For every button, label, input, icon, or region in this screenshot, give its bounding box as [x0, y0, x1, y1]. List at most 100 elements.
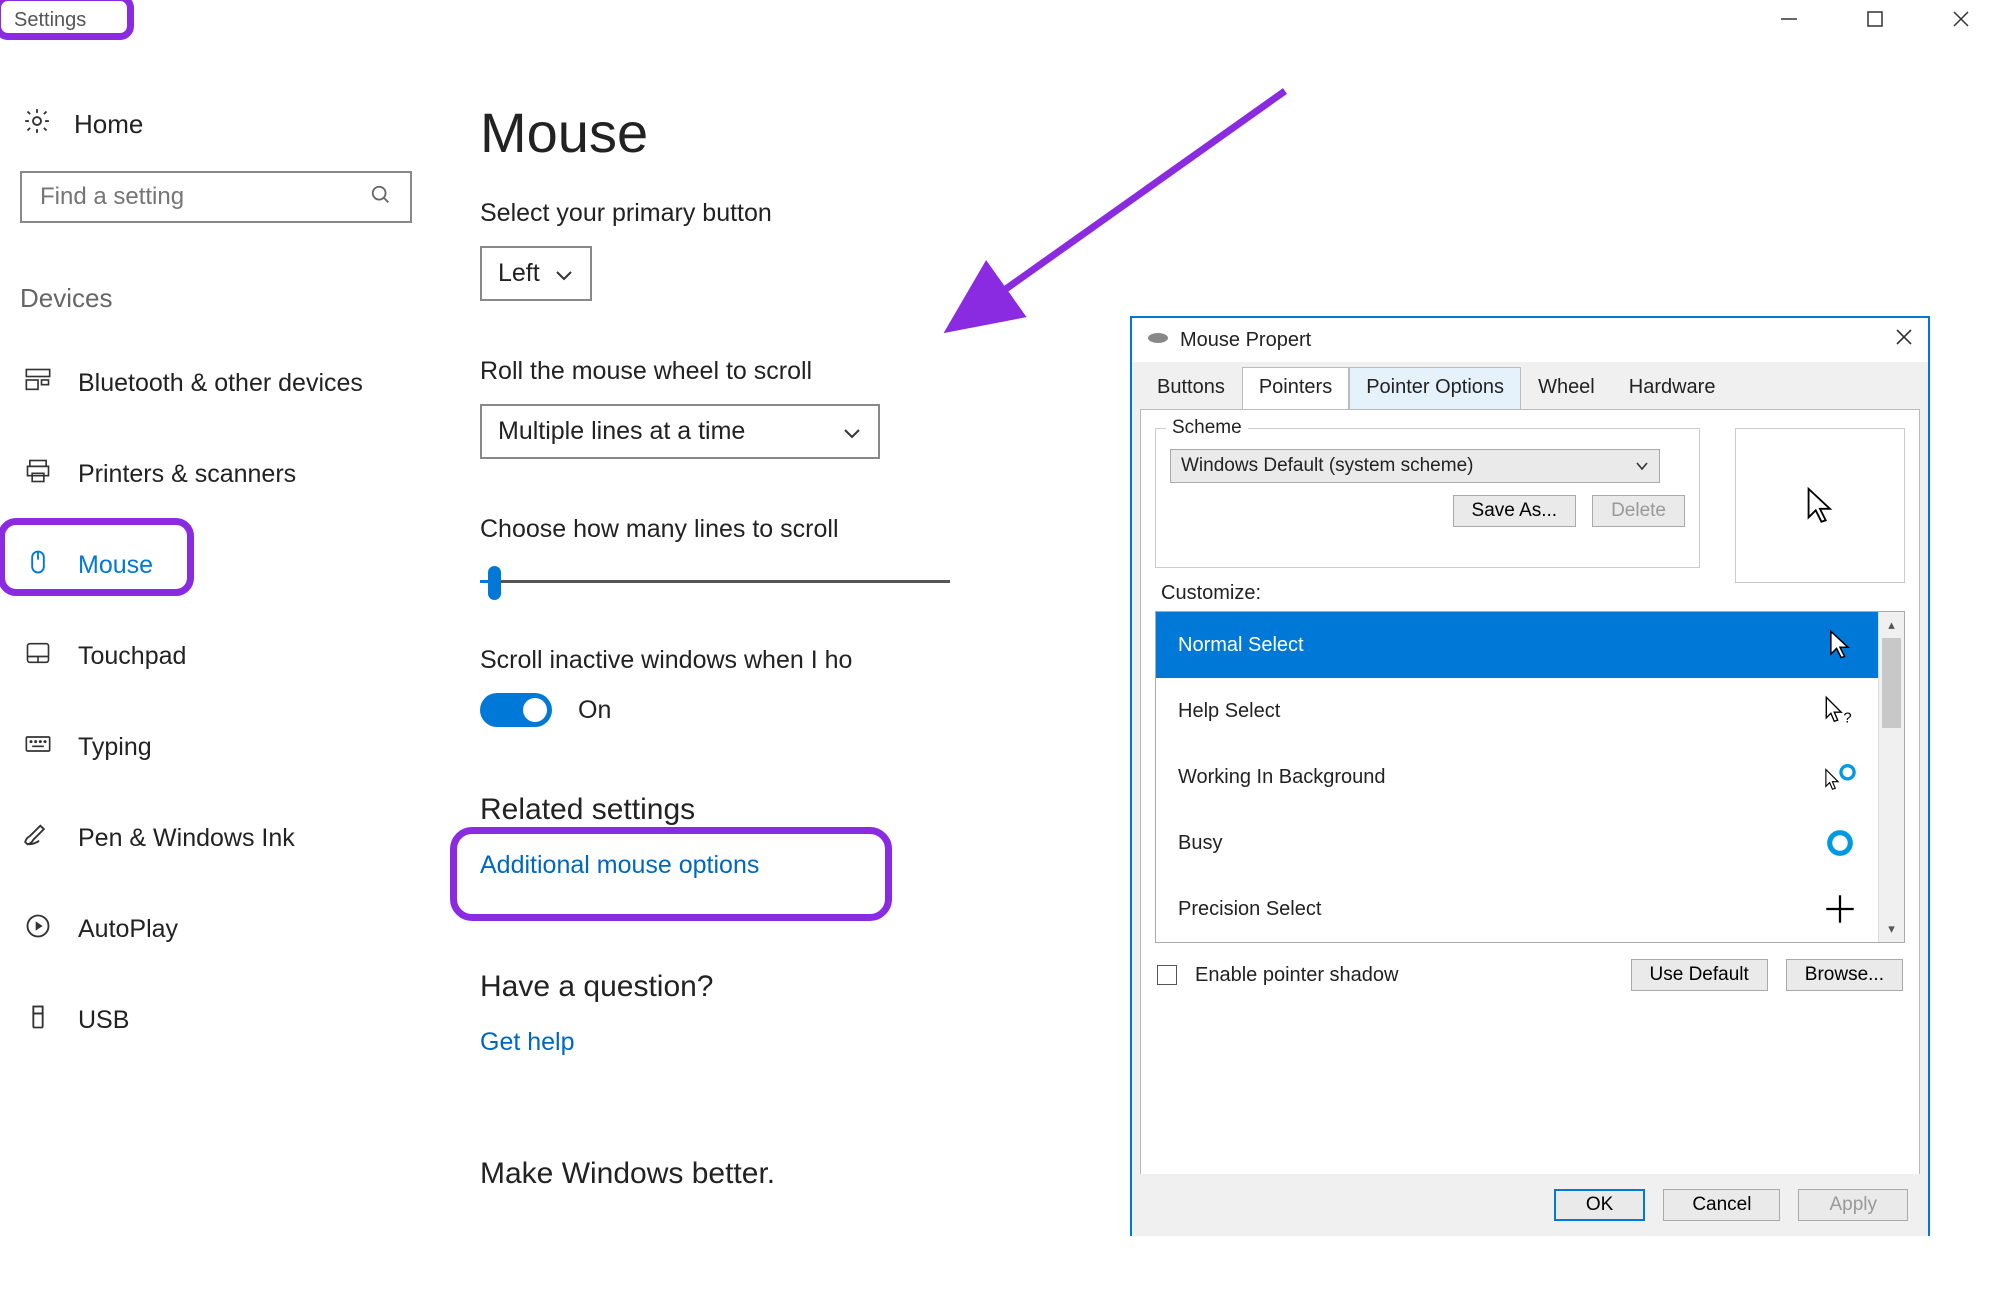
tab-hardware[interactable]: Hardware	[1612, 367, 1733, 410]
sidebar-section: Devices	[20, 283, 420, 314]
devices-icon	[24, 366, 52, 401]
better-heading: Make Windows better.	[480, 1157, 950, 1191]
question-heading: Have a question?	[480, 970, 950, 1004]
window-controls	[1766, 6, 1984, 32]
tab-pointer-options[interactable]: Pointer Options	[1349, 367, 1521, 410]
sidebar-item-label: Printers & scanners	[78, 460, 296, 489]
cursor-name: Help Select	[1178, 700, 1280, 723]
cursor-row-working[interactable]: Working In Background	[1156, 744, 1878, 810]
busy-cursor-icon	[1824, 827, 1856, 859]
cursor-row-busy[interactable]: Busy	[1156, 810, 1878, 876]
precision-cursor-icon	[1824, 893, 1856, 925]
scheme-value: Windows Default (system scheme)	[1181, 455, 1473, 477]
ok-button[interactable]: OK	[1554, 1189, 1645, 1221]
lines-slider[interactable]	[480, 562, 950, 602]
scroll-down-button[interactable]: ▾	[1879, 916, 1904, 942]
touchpad-icon	[24, 639, 52, 674]
maximize-button[interactable]	[1852, 6, 1898, 32]
sidebar-item-usb[interactable]: USB	[20, 991, 420, 1050]
sidebar: Home Devices Bluetooth & other devices	[0, 40, 440, 1215]
keyboard-icon	[24, 730, 52, 765]
cursor-row-normal-select[interactable]: Normal Select	[1156, 612, 1878, 678]
scrollbar[interactable]: ▴ ▾	[1878, 612, 1904, 942]
primary-button-select[interactable]: Left	[480, 246, 592, 301]
enable-shadow-checkbox[interactable]	[1157, 965, 1177, 985]
tab-wheel[interactable]: Wheel	[1521, 367, 1612, 410]
search-box[interactable]	[20, 171, 412, 223]
apply-button[interactable]: Apply	[1798, 1189, 1908, 1221]
autoplay-icon	[24, 912, 52, 947]
slider-thumb[interactable]	[488, 566, 501, 600]
primary-button-value: Left	[498, 259, 540, 288]
pen-icon	[24, 821, 52, 856]
scheme-label: Scheme	[1166, 417, 1248, 439]
cursor-row-help-select[interactable]: Help Select ?	[1156, 678, 1878, 744]
mouse-device-icon	[1146, 331, 1170, 350]
delete-button[interactable]: Delete	[1592, 495, 1685, 527]
cancel-button[interactable]: Cancel	[1663, 1189, 1780, 1221]
cursor-list: Normal Select Help Select ? Working	[1155, 611, 1905, 943]
highlight-mouse	[0, 518, 194, 596]
sidebar-item-typing[interactable]: Typing	[20, 718, 420, 777]
sidebar-item-label: Touchpad	[78, 642, 186, 671]
wheel-select[interactable]: Multiple lines at a time	[480, 404, 880, 459]
dialog-close-button[interactable]	[1894, 327, 1914, 353]
pointer-bottom-row: Enable pointer shadow Use Default Browse…	[1141, 943, 1919, 1007]
inactive-state: On	[578, 696, 611, 725]
sidebar-item-pen[interactable]: Pen & Windows Ink	[20, 809, 420, 868]
usb-icon	[24, 1003, 52, 1038]
sidebar-item-printers[interactable]: Printers & scanners	[20, 445, 420, 504]
cursor-name: Normal Select	[1178, 634, 1304, 657]
help-cursor-icon: ?	[1824, 695, 1856, 727]
save-as-button[interactable]: Save As...	[1453, 495, 1577, 527]
working-cursor-icon	[1824, 761, 1856, 793]
sidebar-item-autoplay[interactable]: AutoPlay	[20, 900, 420, 959]
minimize-button[interactable]	[1766, 6, 1812, 32]
inactive-label: Scroll inactive windows when I ho	[480, 646, 950, 675]
close-button[interactable]	[1938, 6, 1984, 32]
tab-buttons[interactable]: Buttons	[1140, 367, 1242, 410]
sidebar-item-touchpad[interactable]: Touchpad	[20, 627, 420, 686]
sidebar-item-label: Typing	[78, 733, 152, 762]
arrow-cursor-icon	[1824, 629, 1856, 661]
scroll-thumb[interactable]	[1882, 638, 1901, 728]
scroll-up-button[interactable]: ▴	[1879, 612, 1904, 638]
main-panel: Mouse Select your primary button Left Ro…	[440, 40, 950, 1215]
svg-text:?: ?	[1843, 710, 1851, 726]
wheel-value: Multiple lines at a time	[498, 417, 745, 446]
tab-pointers[interactable]: Pointers	[1242, 367, 1349, 410]
chevron-down-icon	[554, 260, 574, 289]
dialog-footer: OK Cancel Apply	[1132, 1174, 1928, 1236]
highlight-settings	[0, 0, 134, 40]
inactive-toggle[interactable]	[480, 693, 552, 727]
scheme-group: Scheme Windows Default (system scheme) S…	[1155, 428, 1700, 568]
chevron-down-icon	[1635, 455, 1649, 477]
sidebar-item-label: Bluetooth & other devices	[78, 369, 363, 398]
dialog-tabs: Buttons Pointers Pointer Options Wheel H…	[1132, 362, 1928, 409]
customize-label: Customize:	[1161, 582, 1919, 605]
lines-label: Choose how many lines to scroll	[480, 515, 950, 544]
sidebar-item-bluetooth[interactable]: Bluetooth & other devices	[20, 354, 420, 413]
dialog-titlebar[interactable]: Mouse Propert	[1132, 318, 1928, 362]
cursor-name: Busy	[1178, 832, 1222, 855]
gear-icon	[22, 106, 52, 143]
primary-button-label: Select your primary button	[480, 199, 950, 228]
slider-track	[480, 580, 950, 583]
get-help-link[interactable]: Get help	[480, 1028, 575, 1057]
scheme-select[interactable]: Windows Default (system scheme)	[1170, 449, 1660, 483]
chevron-down-icon	[842, 418, 862, 447]
home-nav[interactable]: Home	[20, 100, 420, 171]
enable-shadow-label: Enable pointer shadow	[1195, 964, 1398, 987]
sidebar-item-label: Pen & Windows Ink	[78, 824, 295, 853]
use-default-button[interactable]: Use Default	[1631, 959, 1768, 991]
cursor-name: Working In Background	[1178, 766, 1386, 789]
arrow-cursor-icon	[1804, 486, 1836, 526]
cursor-row-precision[interactable]: Precision Select	[1156, 876, 1878, 942]
sidebar-item-label: AutoPlay	[78, 915, 178, 944]
printer-icon	[24, 457, 52, 492]
browse-button[interactable]: Browse...	[1786, 959, 1903, 991]
dialog-title: Mouse Propert	[1180, 329, 1311, 352]
related-heading: Related settings	[480, 793, 950, 827]
highlight-additional	[450, 827, 892, 921]
search-input[interactable]	[40, 183, 360, 211]
